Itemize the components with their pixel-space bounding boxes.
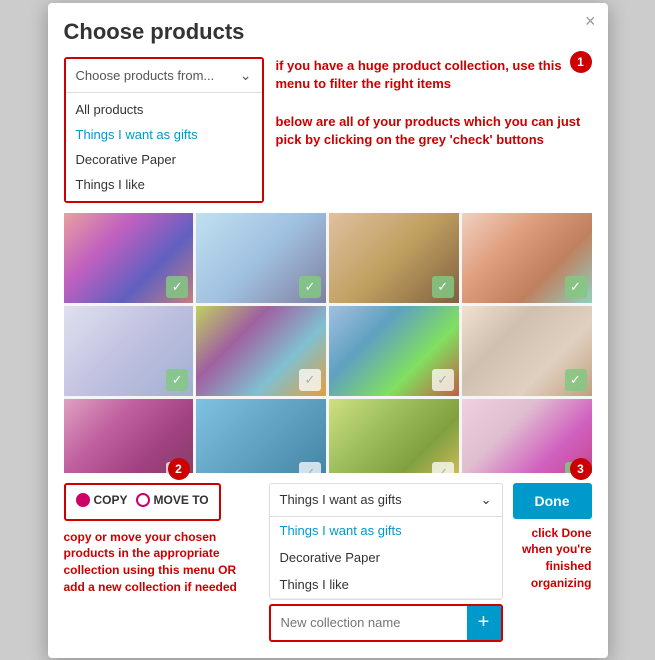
done-button[interactable]: Done bbox=[513, 483, 592, 519]
product-item[interactable]: ✓ bbox=[329, 306, 459, 396]
badge-3: 3 bbox=[570, 458, 592, 480]
filter-options-list: All products Things I want as gifts Deco… bbox=[66, 93, 262, 201]
badge-2: 2 bbox=[168, 458, 190, 480]
product-check-icon[interactable]: ✓ bbox=[432, 462, 454, 473]
collection-column: Things I want as gifts ⌄ Things I want a… bbox=[269, 483, 503, 642]
product-check-icon[interactable]: ✓ bbox=[565, 369, 587, 391]
collection-options-list: Things I want as gifts Decorative Paper … bbox=[270, 517, 502, 599]
move-label: MOVE TO bbox=[154, 493, 209, 507]
collection-option-like[interactable]: Things I like bbox=[270, 571, 502, 598]
filter-option-all[interactable]: All products bbox=[66, 97, 262, 122]
filter-option-like[interactable]: Things I like bbox=[66, 172, 262, 197]
filter-area: Choose products from... ⌄ All products T… bbox=[64, 57, 264, 203]
page-title: Choose products bbox=[64, 19, 592, 45]
product-check-icon[interactable]: ✓ bbox=[432, 369, 454, 391]
new-collection-area: + bbox=[269, 604, 503, 642]
product-grid: ✓ ✓ ✓ ✓ ✓ ✓ ✓ ✓ ✓ bbox=[64, 213, 592, 473]
product-item[interactable]: ✓ bbox=[462, 306, 592, 396]
annotation-right: if you have a huge product collection, u… bbox=[276, 57, 592, 150]
filter-option-decorative[interactable]: Decorative Paper bbox=[66, 147, 262, 172]
copy-radio-group[interactable]: COPY bbox=[76, 493, 128, 507]
add-collection-button[interactable]: + bbox=[467, 606, 501, 640]
top-section: Choose products from... ⌄ All products T… bbox=[64, 57, 592, 203]
copy-move-column: COPY MOVE TO copy or move your chosen pr… bbox=[64, 483, 259, 596]
product-item[interactable]: ✓ bbox=[462, 213, 592, 303]
badge-1: 1 bbox=[570, 51, 592, 73]
filter-placeholder: Choose products from... bbox=[76, 68, 215, 83]
collection-option-decorative[interactable]: Decorative Paper bbox=[270, 544, 502, 571]
product-check-icon[interactable]: ✓ bbox=[299, 369, 321, 391]
copy-radio[interactable] bbox=[76, 493, 90, 507]
filter-option-gifts[interactable]: Things I want as gifts bbox=[66, 122, 262, 147]
copy-label: COPY bbox=[94, 493, 128, 507]
collection-selected: Things I want as gifts bbox=[280, 492, 402, 507]
product-check-icon[interactable]: ✓ bbox=[166, 276, 188, 298]
product-check-icon[interactable]: ✓ bbox=[166, 369, 188, 391]
product-item[interactable]: ✓ bbox=[196, 399, 326, 473]
copy-move-annotation: copy or move your chosen products in the… bbox=[64, 529, 259, 596]
product-check-icon[interactable]: ✓ bbox=[432, 276, 454, 298]
product-item[interactable]: ✓ bbox=[196, 306, 326, 396]
product-item[interactable]: ✓ bbox=[64, 306, 194, 396]
collection-dropdown-toggle[interactable]: Things I want as gifts ⌄ bbox=[270, 484, 502, 517]
move-radio-group[interactable]: MOVE TO bbox=[136, 493, 209, 507]
collection-dropdown-wrapper: Things I want as gifts ⌄ Things I want a… bbox=[269, 483, 503, 600]
done-area: Done click Done when you're finished org… bbox=[513, 483, 592, 592]
grid-annotation: below are all of your products which you… bbox=[276, 113, 592, 149]
done-annotation: click Done when you're finished organizi… bbox=[513, 525, 592, 592]
copy-move-row: COPY MOVE TO bbox=[76, 493, 209, 507]
product-item[interactable]: ✓ bbox=[196, 213, 326, 303]
copy-move-area: COPY MOVE TO bbox=[64, 483, 221, 521]
product-check-icon[interactable]: ✓ bbox=[299, 462, 321, 473]
chevron-down-icon: ⌄ bbox=[240, 67, 252, 84]
close-button[interactable]: × bbox=[585, 11, 596, 32]
bottom-section: COPY MOVE TO copy or move your chosen pr… bbox=[64, 483, 592, 642]
product-check-icon[interactable]: ✓ bbox=[299, 276, 321, 298]
product-item[interactable]: ✓ bbox=[329, 399, 459, 473]
new-collection-input[interactable] bbox=[271, 608, 467, 637]
modal: × Choose products 1 Choose products from… bbox=[48, 3, 608, 658]
product-grid-wrapper: ✓ ✓ ✓ ✓ ✓ ✓ ✓ ✓ ✓ bbox=[64, 213, 592, 473]
product-item[interactable]: ✓ bbox=[329, 213, 459, 303]
filter-dropdown-toggle[interactable]: Choose products from... ⌄ bbox=[66, 59, 262, 93]
move-radio[interactable] bbox=[136, 493, 150, 507]
product-item[interactable]: ✓ bbox=[64, 213, 194, 303]
filter-annotation: if you have a huge product collection, u… bbox=[276, 57, 592, 93]
product-check-icon[interactable]: ✓ bbox=[565, 276, 587, 298]
chevron-down-icon: ⌄ bbox=[481, 492, 492, 508]
collection-option-gifts[interactable]: Things I want as gifts bbox=[270, 517, 502, 544]
